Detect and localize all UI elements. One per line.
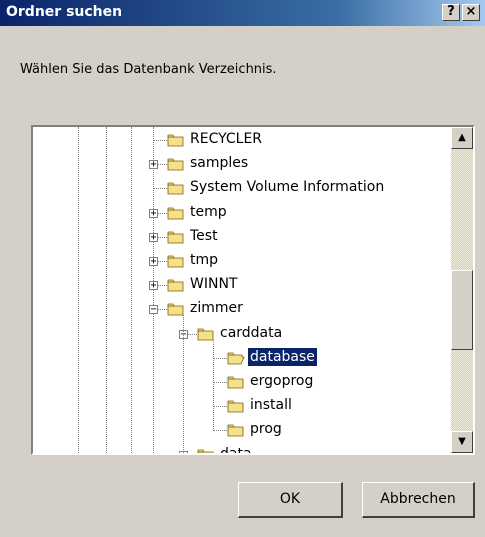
tree-connector [213,382,227,383]
tree-node[interactable]: − carddata [33,324,451,346]
tree-node-label[interactable]: RECYCLER [188,130,264,148]
folder-tree[interactable]: RECYCLER + samples System Volume Informatio… [31,125,475,455]
tree-node-label[interactable]: tmp [188,251,220,269]
expand-icon[interactable]: + [149,208,158,218]
folder-icon [227,399,245,413]
folder-icon [167,206,185,220]
tree-node-label[interactable]: zimmer [188,299,245,317]
tree-node[interactable]: ergoprog [33,372,451,394]
prompt-text: Wählen Sie das Datenbank Verzeichnis. [20,62,277,77]
tree-node[interactable]: +data [33,445,451,453]
tree-node[interactable]: + temp [33,203,451,225]
scroll-down-button[interactable]: ▼ [451,431,473,453]
folder-icon [167,133,185,147]
tree-node[interactable]: prog [33,420,451,442]
folder-icon [167,230,185,244]
tree-connector [213,406,227,408]
window-title: Ordner suchen [6,4,123,20]
vertical-scrollbar[interactable]: ▲ ▼ [451,127,473,453]
tree-node-label[interactable]: install [248,396,294,414]
tree-node[interactable]: System Volume Information [33,178,451,200]
tree-node[interactable]: RECYCLER [33,130,451,152]
tree-node-label[interactable]: carddata [218,324,284,342]
expand-icon[interactable]: + [149,232,158,242]
collapse-icon[interactable]: − [149,305,158,315]
tree-node[interactable]: + WINNT [33,275,451,297]
cancel-button[interactable]: Abbrechen [362,482,475,518]
tree-guide-line [183,315,184,453]
tree-content: RECYCLER + samples System Volume Informatio… [33,127,451,453]
tree-node[interactable]: install [33,396,451,418]
tree-node-label[interactable]: database [247,346,318,367]
tree-node[interactable]: − zimmer [33,299,451,321]
tree-node-label[interactable]: data [218,445,254,453]
tree-connector [213,357,227,359]
tree-node-label[interactable]: Test [188,227,220,245]
folder-icon [197,327,215,341]
close-button[interactable]: × [462,4,480,21]
tree-guide-line [213,339,214,432]
help-button[interactable]: ? [442,4,460,21]
folder-icon [167,157,185,171]
tree-node-label[interactable]: prog [248,420,284,438]
expand-icon[interactable]: + [149,160,158,170]
browse-folder-dialog: Ordner suchen ? × Wählen Sie das Datenba… [0,0,485,537]
folder-icon [167,254,185,268]
tree-node-label[interactable]: ergoprog [248,372,315,390]
tree-node-label[interactable]: WINNT [188,275,239,293]
tree-connector [153,140,167,141]
folder-icon [167,181,185,195]
scroll-up-button[interactable]: ▲ [451,127,473,149]
tree-node-label[interactable]: temp [188,203,229,221]
expand-icon[interactable]: + [149,281,158,291]
tree-node-label[interactable]: samples [188,154,250,172]
folder-icon [167,278,185,292]
tree-node-label[interactable]: System Volume Information [188,178,386,196]
tree-node[interactable]: + Test [33,227,451,249]
scroll-thumb[interactable] [451,270,473,351]
folder-icon [227,423,245,437]
folder-icon [227,375,245,389]
ok-button[interactable]: OK [238,482,343,518]
expand-icon[interactable]: + [149,257,158,267]
tree-connector [213,430,227,432]
folder-icon [167,302,185,316]
tree-node[interactable]: + tmp [33,251,451,273]
tree-node[interactable]: database [33,346,451,370]
folder-icon [197,448,215,453]
tree-connector [153,188,167,190]
tree-node[interactable]: + samples [33,154,451,176]
open-folder-icon [227,351,245,365]
title-bar[interactable]: Ordner suchen ? × [0,0,485,26]
